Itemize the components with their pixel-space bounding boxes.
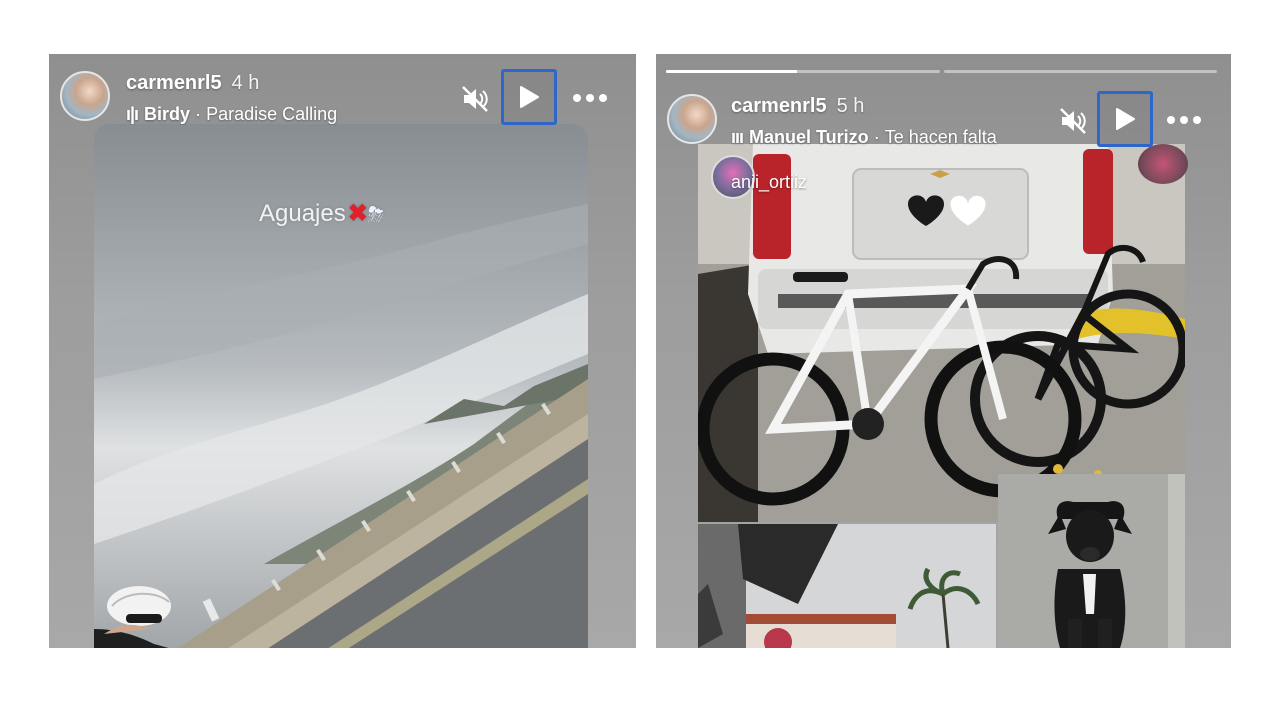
music-info[interactable]: ı|ı Birdy · Paradise Calling bbox=[126, 104, 426, 125]
story-photo-road: Aguajes✖⛈ bbox=[94, 124, 588, 648]
story-card-right[interactable]: anii_ortiiz carmenrl5 5 h ııı Manuel Turiz… bbox=[656, 54, 1231, 648]
play-icon bbox=[1116, 108, 1135, 130]
dog-image bbox=[998, 474, 1185, 648]
music-bars-icon: ııı bbox=[731, 127, 744, 147]
story-header: carmenrl5 5 h ııı Manuel Turizo · Te hacen f… bbox=[656, 76, 1231, 148]
progress-segment bbox=[666, 70, 940, 73]
story-caption: Aguajes✖⛈ bbox=[259, 200, 384, 227]
play-button[interactable] bbox=[1097, 91, 1153, 147]
more-icon[interactable] bbox=[572, 93, 608, 103]
tagged-username[interactable]: anii_ortiiz bbox=[731, 172, 807, 193]
sticker-photo bbox=[1138, 144, 1188, 184]
story-username[interactable]: carmenrl5 4 h bbox=[126, 72, 259, 95]
story-progress-bar bbox=[666, 70, 1217, 73]
music-song: Te hacen falta bbox=[884, 127, 997, 147]
bikes-car-photo bbox=[698, 144, 1185, 522]
play-icon bbox=[520, 86, 539, 108]
speaker-muted-icon[interactable] bbox=[460, 84, 490, 114]
story-header: carmenrl5 4 h ı|ı Birdy · Paradise Calling bbox=[49, 54, 636, 125]
story-time: 5 h bbox=[836, 95, 865, 117]
photo-collage bbox=[698, 144, 1188, 648]
building-photo bbox=[698, 524, 996, 648]
dog-photo bbox=[998, 474, 1185, 648]
story-card-left[interactable]: Aguajes✖⛈ carmenrl5 4 h ı|ı Birdy · Paradise… bbox=[49, 54, 636, 648]
building-palm-image bbox=[698, 524, 996, 648]
avatar[interactable] bbox=[667, 94, 717, 144]
red-x-emoji: ✖ bbox=[347, 200, 368, 227]
bikes-car-image bbox=[698, 144, 1185, 522]
more-icon[interactable] bbox=[1166, 115, 1202, 125]
music-song: Paradise Calling bbox=[206, 104, 338, 124]
avatar[interactable] bbox=[60, 71, 110, 121]
storm-cloud-emoji: ⛈ bbox=[367, 204, 384, 226]
music-bars-icon: ı|ı bbox=[126, 104, 139, 124]
story-time: 4 h bbox=[231, 72, 260, 94]
progress-segment bbox=[943, 70, 1217, 73]
music-info[interactable]: ııı Manuel Turizo · Te hacen falta bbox=[731, 127, 1034, 148]
speaker-muted-icon[interactable] bbox=[1058, 106, 1088, 136]
music-artist: Manuel Turizo bbox=[749, 127, 869, 147]
story-username[interactable]: carmenrl5 5 h bbox=[731, 95, 864, 118]
music-artist: Birdy bbox=[144, 104, 191, 124]
play-button[interactable] bbox=[501, 69, 557, 125]
